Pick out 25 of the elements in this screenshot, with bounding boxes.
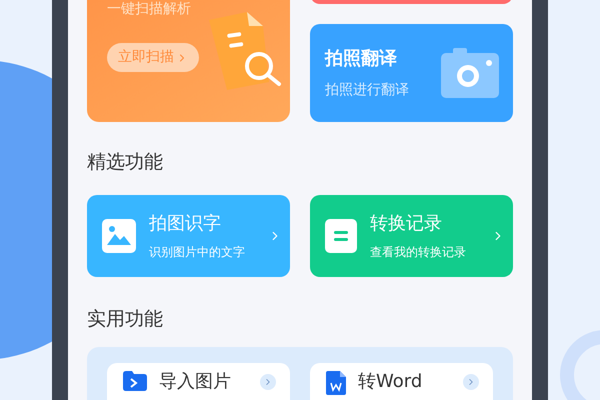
chevron-right-icon [463,374,479,390]
scan-card[interactable]: 一键扫描解析 立即扫描 [87,0,290,122]
card-title: 拍照翻译 [325,47,398,71]
image-icon [102,218,136,252]
scan-now-button[interactable]: 立即扫描 [107,43,199,72]
card-subtitle: 查看我的转换记录 [370,244,467,261]
feature-card[interactable]: 转换记录 查看我的转换记录 [310,194,513,276]
photo-translate-card[interactable]: 拍照翻译 拍照进行翻译 [310,24,513,122]
camera-icon [441,48,499,98]
folder-icon [123,371,147,391]
chevron-right-icon [260,374,276,390]
section-title: 精选功能 [87,150,164,175]
document-icon [325,218,357,252]
utility-label: 转Word [358,371,424,393]
feature-card[interactable]: 拍图识字 识别图片中的文字 [87,194,290,276]
card-subtitle: 识别图片中的文字 [149,244,246,261]
section-title: 实用功能 [87,306,164,332]
word-document-icon [326,371,346,395]
scan-card-subtitle: 一键扫描解析 [107,0,192,18]
utility-card[interactable]: 导入图片 [107,363,290,400]
card-title: 转换记录 [370,212,443,236]
card-title: 拍图识字 [149,212,222,236]
card-subtitle: 拍照进行翻译 [325,81,409,100]
utility-label: 导入图片 [159,371,232,393]
utility-card[interactable]: 转Word [310,363,493,400]
